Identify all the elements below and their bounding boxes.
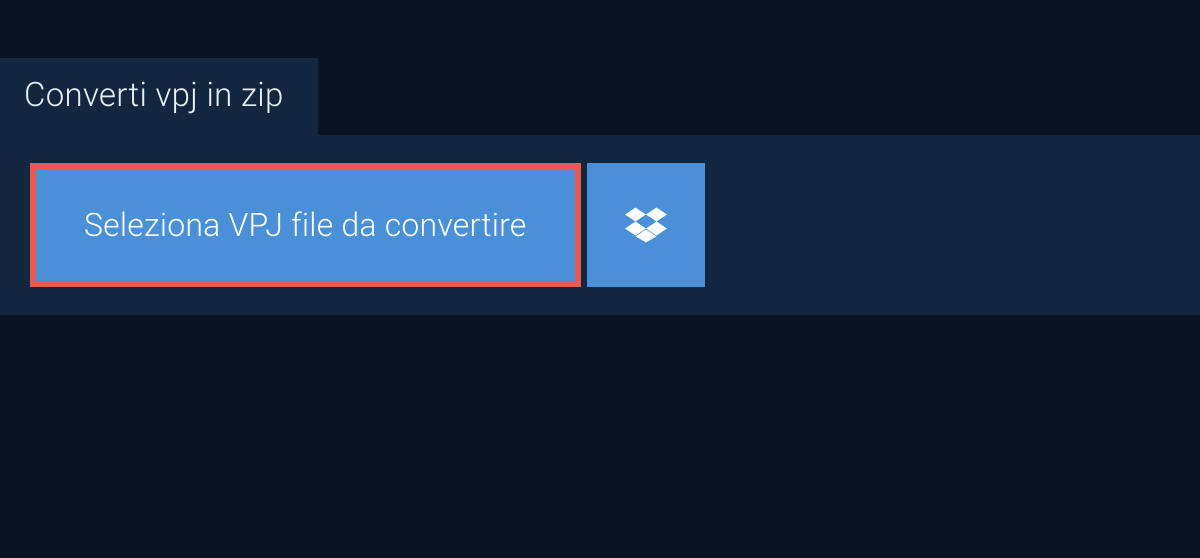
select-file-label: Seleziona VPJ file da convertire <box>84 206 527 244</box>
tab-title: Converti vpj in zip <box>24 76 284 115</box>
upload-panel: Seleziona VPJ file da convertire <box>0 135 1200 315</box>
select-file-button[interactable]: Seleziona VPJ file da convertire <box>30 163 581 287</box>
dropbox-icon <box>625 204 667 246</box>
tab-convert[interactable]: Converti vpj in zip <box>0 58 318 135</box>
dropbox-button[interactable] <box>587 163 705 287</box>
button-row: Seleziona VPJ file da convertire <box>30 163 1170 287</box>
